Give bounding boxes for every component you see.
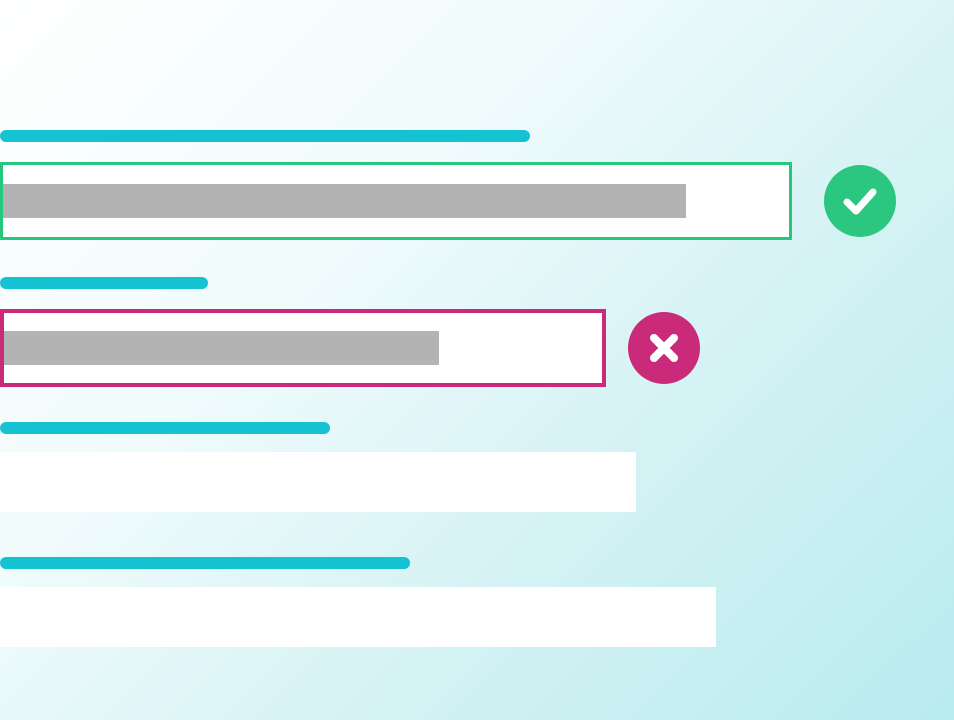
input-field-invalid[interactable] xyxy=(0,309,606,387)
input-field-4[interactable] xyxy=(0,587,716,647)
input-value-fill-1 xyxy=(3,184,686,218)
cross-icon xyxy=(628,312,700,384)
input-field-valid[interactable] xyxy=(0,162,792,240)
check-icon xyxy=(824,165,896,237)
input-value-fill-2 xyxy=(4,331,439,365)
field-label-3 xyxy=(0,422,330,434)
field-label-2 xyxy=(0,277,208,289)
input-field-3[interactable] xyxy=(0,452,636,512)
field-label-4 xyxy=(0,557,410,569)
field-label-1 xyxy=(0,130,530,142)
